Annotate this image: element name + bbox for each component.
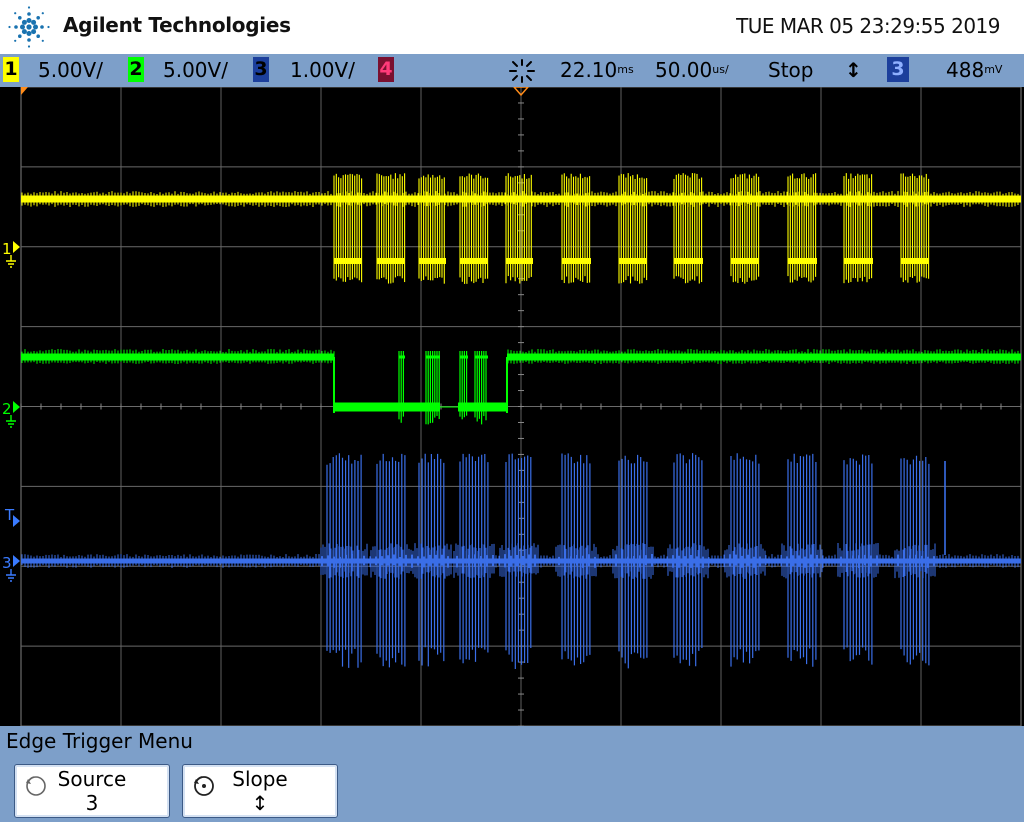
- run-state[interactable]: Stop: [768, 58, 813, 82]
- channel-3-marker-label: 3: [2, 554, 12, 572]
- waveform-display[interactable]: 1 2 T 3: [0, 87, 1024, 726]
- channel-1-scale: 5.00V/: [38, 58, 103, 82]
- status-bar: 1 5.00V/ 2 5.00V/ 3 1.00V/ 4 22.10ms 50.…: [0, 54, 1024, 87]
- trigger-level-marker: T: [4, 506, 20, 527]
- channel-3-ground-marker: 3: [2, 554, 20, 582]
- slope-softkey-label: Slope: [232, 767, 288, 791]
- source-softkey-value: 3: [85, 791, 99, 815]
- slope-softkey-value: ↕: [251, 791, 269, 815]
- channel-2-indicator[interactable]: 2: [128, 57, 144, 82]
- trigger-source-indicator[interactable]: 3: [887, 57, 909, 82]
- channel-2-marker-label: 2: [2, 400, 12, 418]
- menu-title: Edge Trigger Menu: [6, 729, 193, 753]
- slope-softkey[interactable]: Slope ↕: [182, 764, 338, 818]
- trigger-slope-icon: ↕: [845, 58, 862, 82]
- brand-name: Agilent Technologies: [63, 13, 291, 37]
- agilent-logo-icon: [8, 6, 50, 48]
- channel-3-scale: 1.00V/: [290, 58, 355, 82]
- waveform-canvas: 1 2 T 3: [2, 87, 1022, 726]
- channel-1-ground-marker: 1: [2, 240, 20, 268]
- trigger-level: 488mV: [946, 58, 1003, 82]
- channel-3-indicator[interactable]: 3: [253, 57, 269, 82]
- channel-3-trace: [21, 453, 1021, 669]
- timebase-value: 50.00us/: [655, 58, 729, 82]
- date-time: TUE MAR 05 23:29:55 2019: [736, 14, 1000, 38]
- channel-4-indicator[interactable]: 4: [378, 57, 394, 82]
- source-softkey-label: Source: [57, 767, 127, 791]
- left-time-marker: [21, 87, 28, 95]
- top-bar: Agilent Technologies TUE MAR 05 23:29:55…: [0, 0, 1024, 54]
- channel-2-ground-marker: 2: [2, 400, 20, 428]
- softkey-menu: Edge Trigger Menu Source 3 Slope ↕: [0, 726, 1024, 822]
- delay-value: 22.10ms: [560, 58, 634, 82]
- delay-icon: [509, 59, 535, 83]
- source-softkey[interactable]: Source 3: [14, 764, 170, 818]
- channel-1-marker-label: 1: [2, 240, 12, 258]
- channel-2-scale: 5.00V/: [163, 58, 228, 82]
- channel-1-indicator[interactable]: 1: [3, 57, 19, 82]
